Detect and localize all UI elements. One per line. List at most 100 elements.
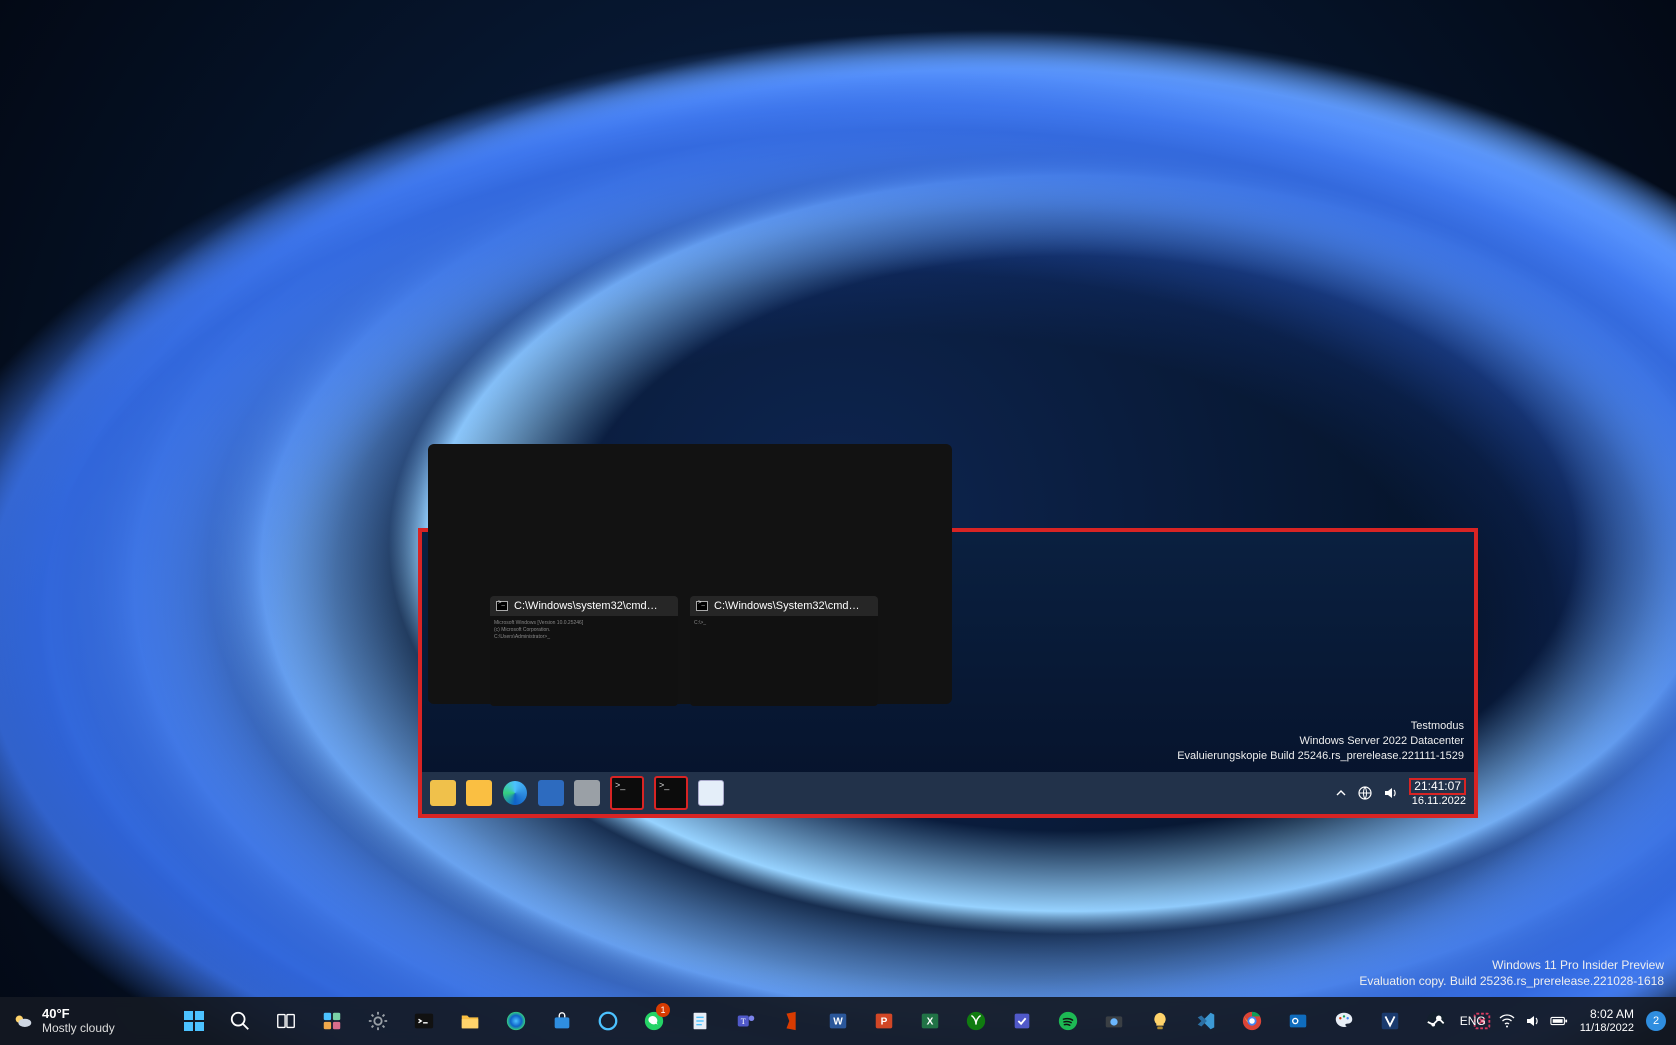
weather-condition: Mostly cloudy bbox=[42, 1021, 115, 1035]
taskbar-widgets-button[interactable] bbox=[312, 1001, 352, 1041]
embedded-tray-network-icon[interactable] bbox=[1357, 785, 1373, 801]
outlook-icon bbox=[1287, 1010, 1309, 1032]
cmd-preview-title: C:\Windows\system32\cmd… bbox=[514, 600, 658, 612]
taskbar-virtualbox-button[interactable] bbox=[1370, 1001, 1410, 1041]
embedded-watermark-line: Windows Server 2022 Datacenter bbox=[1177, 734, 1464, 749]
settings-icon bbox=[367, 1010, 389, 1032]
file-explorer-icon bbox=[459, 1010, 481, 1032]
tray-language[interactable]: ENG bbox=[1460, 1014, 1486, 1028]
weather-temp: 40°F bbox=[42, 1007, 115, 1021]
teams-icon: T bbox=[735, 1010, 757, 1032]
search-icon bbox=[229, 1010, 251, 1032]
tips-icon bbox=[1149, 1010, 1171, 1032]
cmd-icon bbox=[496, 601, 508, 611]
task-view-icon bbox=[275, 1010, 297, 1032]
taskbar-file-explorer-button[interactable] bbox=[450, 1001, 490, 1041]
camera-icon bbox=[1103, 1010, 1125, 1032]
powerpoint-icon: P bbox=[873, 1010, 895, 1032]
desktop-watermark: Windows 11 Pro Insider Preview Evaluatio… bbox=[1359, 957, 1664, 989]
embedded-watermark-line: Evaluierungskopie Build 25246.rs_prerele… bbox=[1177, 749, 1464, 764]
taskbar-whatsapp-button[interactable]: 1 bbox=[634, 1001, 674, 1041]
taskbar-cortana-button[interactable] bbox=[588, 1001, 628, 1041]
taskbar-tips-button[interactable] bbox=[1140, 1001, 1180, 1041]
taskbar-chrome-button[interactable] bbox=[1232, 1001, 1272, 1041]
embedded-taskbar-server-manager[interactable] bbox=[538, 780, 564, 806]
taskbar-terminal-button[interactable] bbox=[404, 1001, 444, 1041]
todo-icon bbox=[1011, 1010, 1033, 1032]
vscode-icon bbox=[1195, 1010, 1217, 1032]
taskbar-task-view-button[interactable] bbox=[266, 1001, 306, 1041]
store-icon bbox=[551, 1010, 573, 1032]
taskbar-outlook-button[interactable] bbox=[1278, 1001, 1318, 1041]
svg-text:W: W bbox=[833, 1017, 843, 1028]
taskbar: 40°F Mostly cloudy 1 T W P X ENG 8:02 AM 11/… bbox=[0, 997, 1676, 1045]
volume-icon bbox=[1524, 1012, 1542, 1030]
cortana-icon bbox=[597, 1010, 619, 1032]
taskbar-clock[interactable]: 8:02 AM 11/18/2022 bbox=[1580, 1007, 1634, 1035]
terminal-icon bbox=[413, 1010, 435, 1032]
taskbar-notepad-button[interactable] bbox=[680, 1001, 720, 1041]
svg-text:X: X bbox=[927, 1017, 934, 1028]
cmd-icon bbox=[696, 601, 708, 611]
start-icon bbox=[182, 1009, 206, 1033]
edge-icon bbox=[505, 1010, 527, 1032]
svg-text:T: T bbox=[741, 1017, 746, 1026]
taskbar-paint-button[interactable] bbox=[1324, 1001, 1364, 1041]
embedded-watermark-line: Testmodus bbox=[1177, 719, 1464, 734]
xbox-icon bbox=[965, 1010, 987, 1032]
svg-text:P: P bbox=[881, 1017, 888, 1028]
taskbar-excel-button[interactable]: X bbox=[910, 1001, 950, 1041]
widgets-icon bbox=[321, 1010, 343, 1032]
embedded-taskbar-cmd-active-1[interactable] bbox=[610, 776, 644, 810]
taskbar-teams-button[interactable]: T bbox=[726, 1001, 766, 1041]
weather-icon bbox=[12, 1010, 34, 1032]
desktop-watermark-line: Evaluation copy. Build 25236.rs_prerelea… bbox=[1359, 973, 1664, 989]
office-icon bbox=[781, 1010, 803, 1032]
desktop-watermark-line: Windows 11 Pro Insider Preview bbox=[1359, 957, 1664, 973]
embedded-taskbar-explorer[interactable] bbox=[466, 780, 492, 806]
taskbar-hover-previews: C:\Windows\system32\cmd… Microsoft Windo… bbox=[490, 596, 878, 706]
paint-icon bbox=[1333, 1010, 1355, 1032]
word-icon: W bbox=[827, 1010, 849, 1032]
taskbar-xbox-button[interactable] bbox=[956, 1001, 996, 1041]
embedded-taskbar-chart[interactable] bbox=[698, 780, 724, 806]
tray-chevron-icon[interactable] bbox=[1430, 1012, 1448, 1030]
taskbar-edge-button[interactable] bbox=[496, 1001, 536, 1041]
taskbar-settings-button[interactable] bbox=[358, 1001, 398, 1041]
notepad-icon bbox=[689, 1010, 711, 1032]
embedded-taskbar: 21:41:07 16.11.2022 bbox=[422, 772, 1474, 814]
cmd-preview-2[interactable]: C:\Windows\System32\cmd… C:\>_ bbox=[690, 596, 878, 706]
chrome-icon bbox=[1241, 1010, 1263, 1032]
embedded-taskbar-file[interactable] bbox=[430, 780, 456, 806]
taskbar-camera-button[interactable] bbox=[1094, 1001, 1134, 1041]
cmd-preview-body: Microsoft Windows [Version 10.0.25246](c… bbox=[490, 616, 678, 706]
embedded-taskbar-cmd-active-2[interactable] bbox=[654, 776, 688, 810]
cmd-preview-title: C:\Windows\System32\cmd… bbox=[714, 600, 859, 612]
network-icon bbox=[1498, 1012, 1516, 1030]
notification-center-badge[interactable]: 2 bbox=[1646, 1011, 1666, 1031]
taskbar-start-button[interactable] bbox=[174, 1001, 214, 1041]
embedded-clock-date: 16.11.2022 bbox=[1409, 795, 1466, 808]
weather-widget[interactable]: 40°F Mostly cloudy bbox=[12, 1007, 115, 1035]
taskbar-powerpoint-button[interactable]: P bbox=[864, 1001, 904, 1041]
taskbar-word-button[interactable]: W bbox=[818, 1001, 858, 1041]
embedded-screenshot-region: C:\Windows\system32\cmd… Microsoft Windo… bbox=[418, 528, 1478, 818]
taskbar-spotify-button[interactable] bbox=[1048, 1001, 1088, 1041]
spotify-icon bbox=[1057, 1010, 1079, 1032]
embedded-taskbar-edge[interactable] bbox=[502, 780, 528, 806]
whatsapp-badge: 1 bbox=[656, 1003, 670, 1017]
embedded-taskbar-disk[interactable] bbox=[574, 780, 600, 806]
taskbar-todo-button[interactable] bbox=[1002, 1001, 1042, 1041]
taskbar-search-button[interactable] bbox=[220, 1001, 260, 1041]
embedded-tray-chevron-icon[interactable] bbox=[1335, 787, 1347, 799]
clock-time: 8:02 AM bbox=[1580, 1007, 1634, 1021]
taskbar-store-button[interactable] bbox=[542, 1001, 582, 1041]
tray-quick-settings[interactable] bbox=[1498, 1012, 1568, 1030]
cmd-preview-1[interactable]: C:\Windows\system32\cmd… Microsoft Windo… bbox=[490, 596, 678, 706]
clock-date: 11/18/2022 bbox=[1580, 1021, 1634, 1035]
taskbar-office-button[interactable] bbox=[772, 1001, 812, 1041]
embedded-clock[interactable]: 21:41:07 16.11.2022 bbox=[1409, 778, 1466, 808]
embedded-tray-volume-icon[interactable] bbox=[1383, 785, 1399, 801]
cmd-preview-body: C:\>_ bbox=[690, 616, 878, 706]
taskbar-vscode-button[interactable] bbox=[1186, 1001, 1226, 1041]
